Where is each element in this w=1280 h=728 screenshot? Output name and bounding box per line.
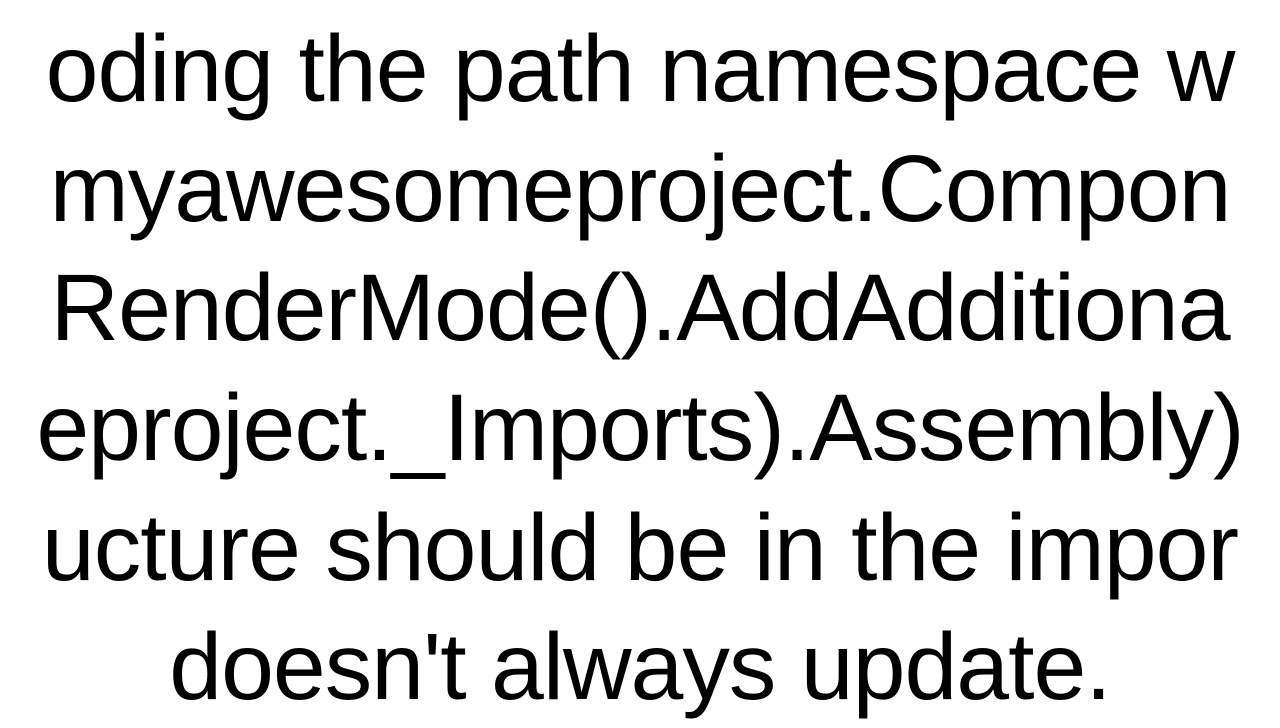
- text-line-6: doesn't always update.: [0, 608, 1280, 728]
- text-line-1: oding the path namespace w: [0, 10, 1280, 130]
- text-line-5: ucture should be in the impor: [0, 489, 1280, 609]
- text-line-4: eproject._Imports).Assembly): [0, 369, 1280, 489]
- text-line-3: RenderMode().AddAdditiona: [0, 249, 1280, 369]
- cropped-text-block: oding the path namespace w myawesomeproj…: [0, 10, 1280, 728]
- text-line-2: myawesomeproject.Compon: [0, 130, 1280, 250]
